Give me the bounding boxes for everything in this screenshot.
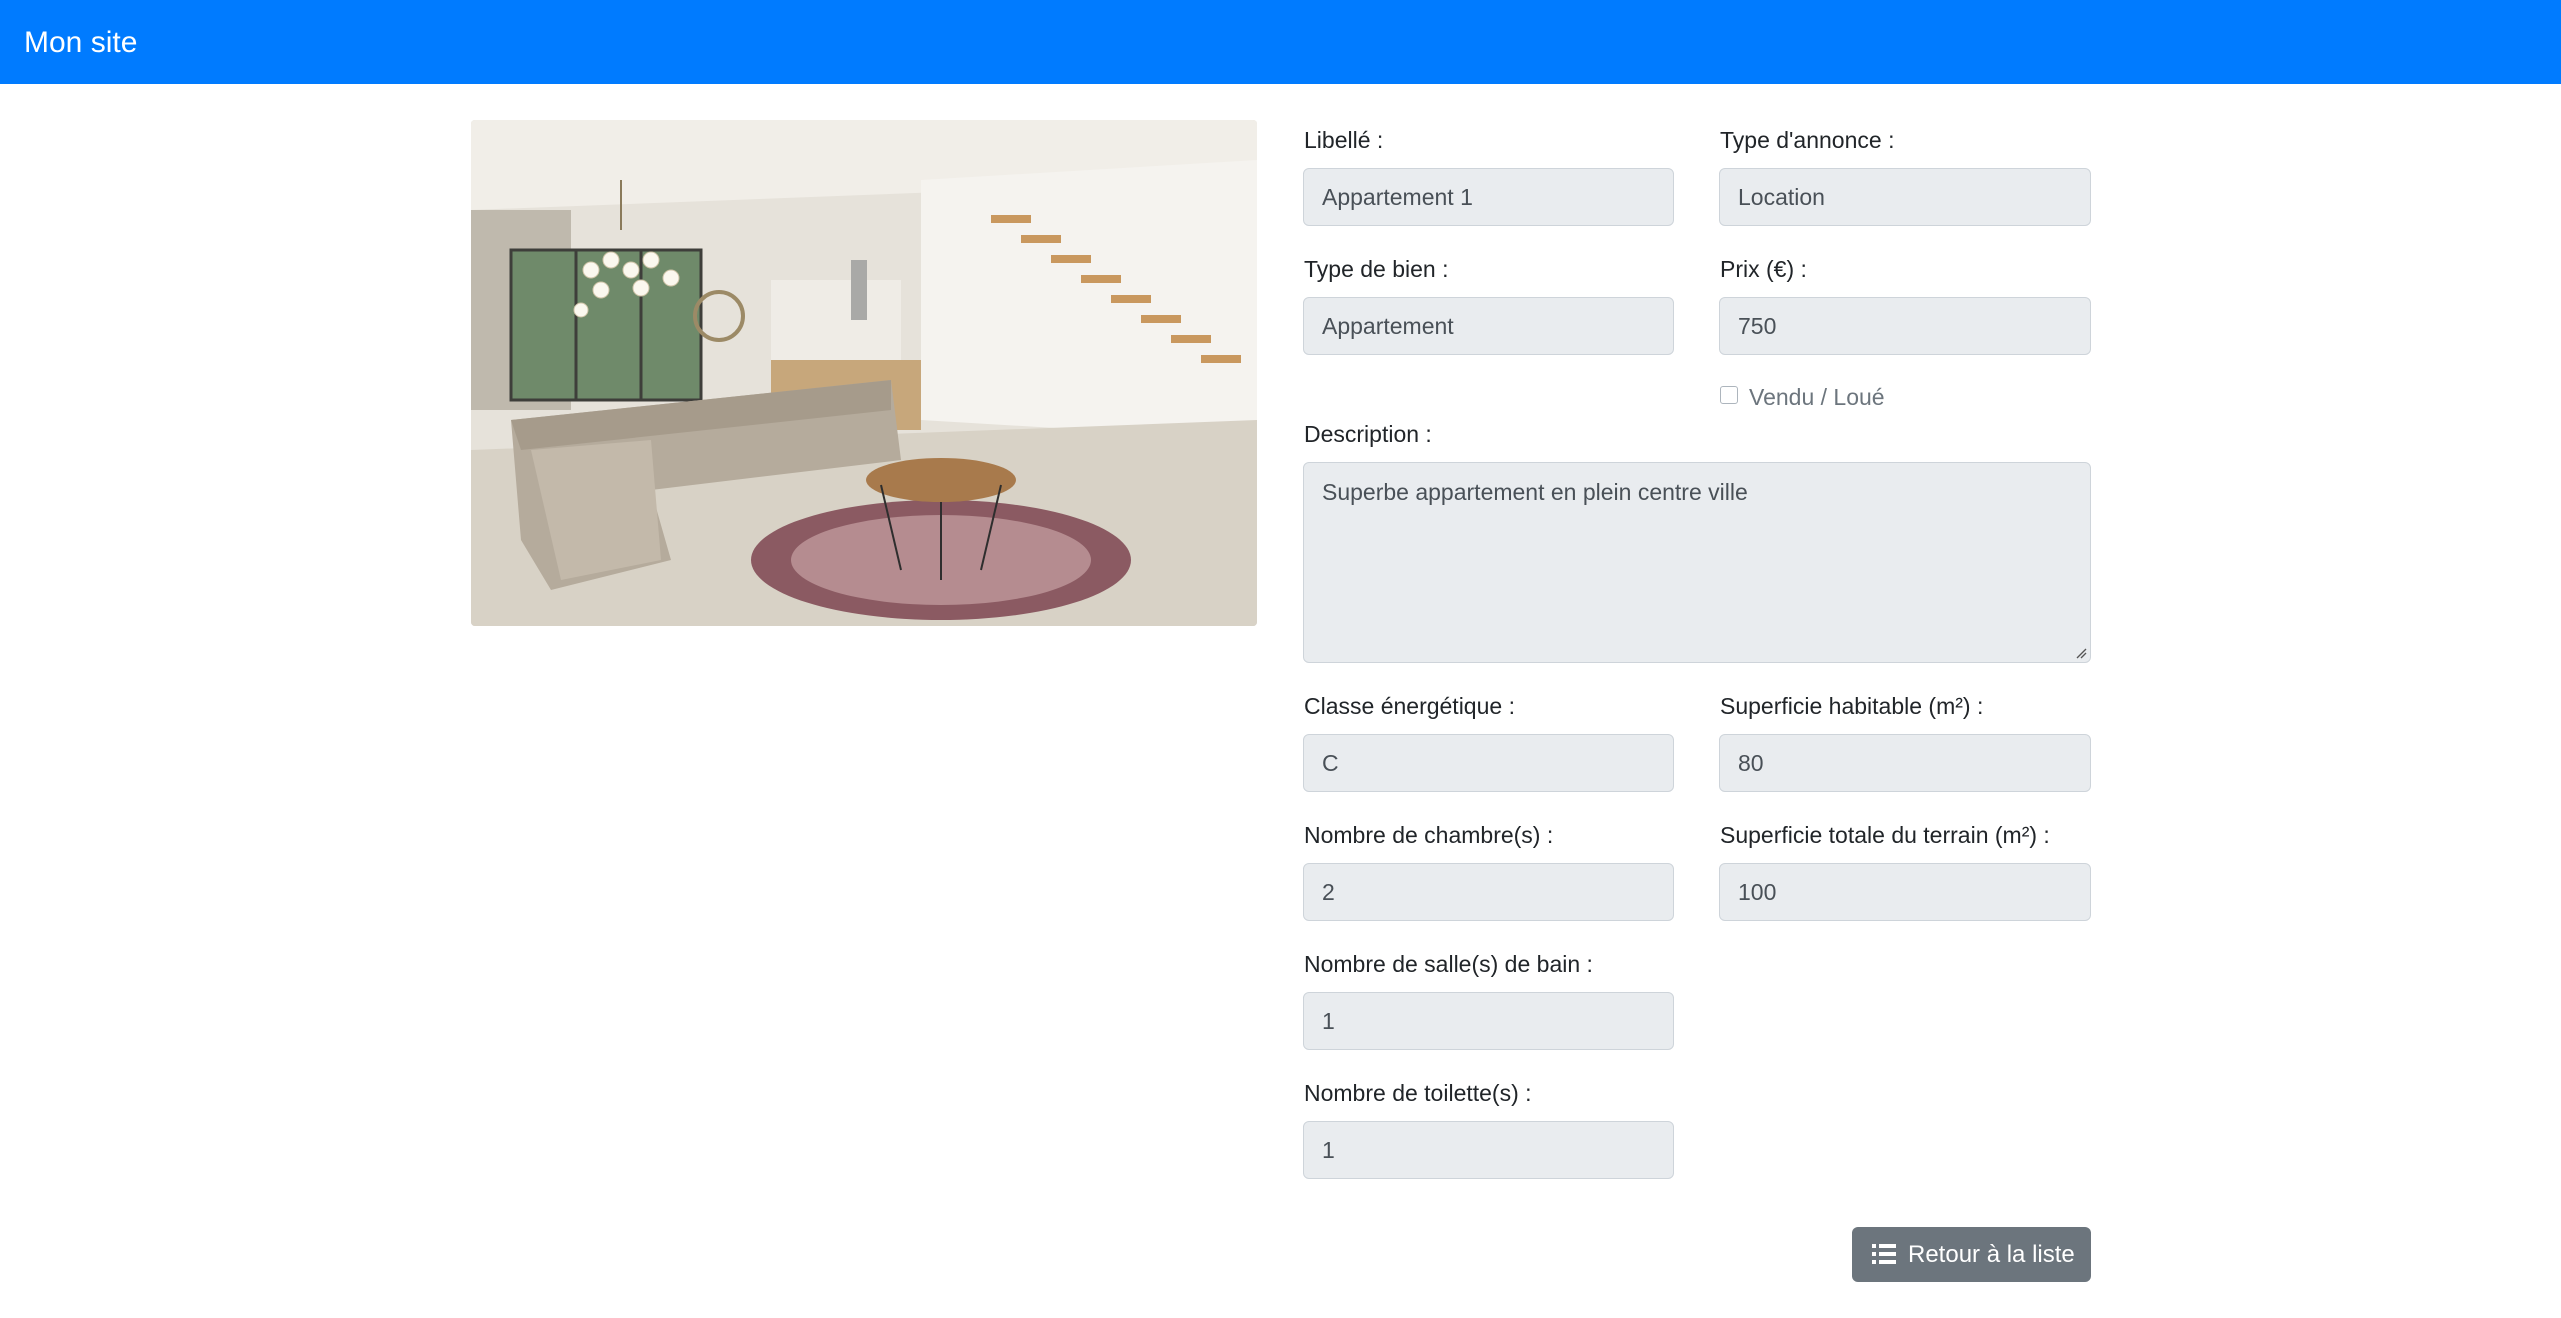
type-annonce-field[interactable]: Location [1719,168,2091,226]
libelle-label: Libellé : [1304,127,1384,153]
chambres-label: Nombre de chambre(s) : [1304,822,1554,848]
back-to-list-label: Retour à la liste [1908,1241,2075,1268]
superficie-habitable-label: Superficie habitable (m²) : [1720,693,1984,719]
vendu-checkbox[interactable] [1720,386,1738,404]
property-photo [471,120,1257,626]
salles-bain-label: Nombre de salle(s) de bain : [1304,951,1593,977]
type-bien-label: Type de bien : [1304,256,1449,282]
navbar: Mon site [0,0,2561,84]
back-to-list-button[interactable]: Retour à la liste [1852,1227,2091,1282]
type-bien-field[interactable]: Appartement [1303,297,1674,355]
resize-grip-icon[interactable] [2075,647,2087,659]
description-label: Description : [1304,421,1432,447]
type-annonce-label: Type d'annonce : [1720,127,1895,153]
description-text: Superbe appartement en plein centre vill… [1322,479,1748,505]
list-icon [1872,1244,1896,1264]
superficie-habitable-field[interactable]: 80 [1719,734,2091,792]
chambres-field[interactable]: 2 [1303,863,1674,921]
classe-field[interactable]: C [1303,734,1674,792]
vendu-label: Vendu / Loué [1749,384,1885,410]
libelle-field[interactable]: Appartement 1 [1303,168,1674,226]
salles-bain-field[interactable]: 1 [1303,992,1674,1050]
prix-label: Prix (€) : [1720,256,1807,282]
site-brand[interactable]: Mon site [24,26,137,60]
description-textarea[interactable]: Superbe appartement en plein centre vill… [1303,462,2091,663]
prix-field[interactable]: 750 [1719,297,2091,355]
toilettes-field[interactable]: 1 [1303,1121,1674,1179]
superficie-terrain-field[interactable]: 100 [1719,863,2091,921]
toilettes-label: Nombre de toilette(s) : [1304,1080,1532,1106]
classe-label: Classe énergétique : [1304,693,1515,719]
superficie-terrain-label: Superficie totale du terrain (m²) : [1720,822,2050,848]
